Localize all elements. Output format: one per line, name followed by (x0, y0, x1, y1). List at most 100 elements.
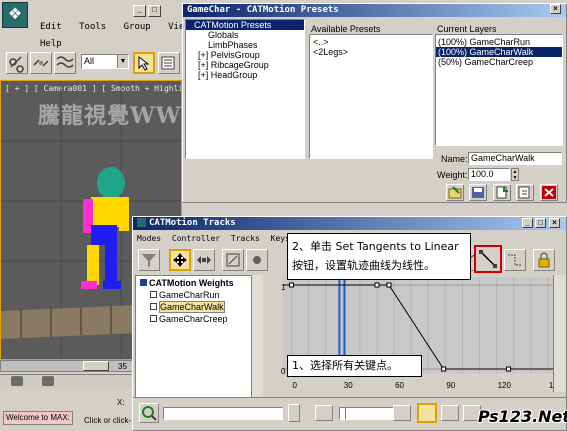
tree-item[interactable]: CATMotion Presets (186, 20, 304, 30)
tree-item[interactable]: [+] RibcageGroup (186, 60, 304, 70)
track-box-icon (150, 315, 157, 322)
current-layers-list[interactable]: (100%) GameCharRun (100%) GameCharWalk (… (435, 34, 563, 146)
layer-item[interactable]: (100%) GameCharRun (436, 37, 562, 47)
lock-selection-icon[interactable] (533, 249, 555, 271)
tracks-tree[interactable]: CATMotion Weights GameCharRun GameCharWa… (135, 275, 263, 407)
menu-tools[interactable]: Tools (79, 22, 106, 32)
callout-step2-line2: 按钮，设置轨迹曲线为线性。 (292, 259, 435, 272)
zoom-horizontal-icon[interactable] (417, 403, 437, 423)
callout-step2-line1: 2、单击 Set Tangents to Linear (292, 240, 459, 253)
name-label: Name: (441, 154, 468, 164)
load-preset-button[interactable] (446, 184, 464, 201)
time-slider-thumb[interactable] (83, 361, 109, 371)
presets-titlebar[interactable]: GameChar - CATMotion Presets (183, 4, 566, 17)
track-item-label: GameCharRun (159, 290, 220, 300)
presets-title: GameChar - CATMotion Presets (187, 5, 339, 15)
tree-item[interactable]: [+] PelvisGroup (186, 50, 304, 60)
menu-modes[interactable]: Modes (137, 234, 161, 243)
tree-root-label: CATMotion Weights (149, 278, 234, 288)
x-tick-label: 90 (446, 381, 455, 390)
add-keys-icon[interactable] (246, 249, 268, 271)
tracks-window-icon (137, 218, 146, 227)
zoom-region-icon[interactable] (441, 405, 459, 421)
pan-icon[interactable] (315, 405, 333, 421)
x-tick-label: 30 (344, 381, 353, 390)
curve-key (289, 282, 295, 288)
curve-key (374, 282, 380, 288)
tree-root[interactable]: CATMotion Weights (136, 278, 262, 288)
save-preset-button[interactable] (469, 184, 487, 201)
track-item[interactable]: GameCharCreep (136, 314, 262, 324)
zoom-selected-icon[interactable] (139, 403, 159, 423)
max-logo-icon[interactable]: ❖ (2, 2, 28, 28)
layer-item[interactable]: (50%) GameCharCreep (436, 57, 562, 67)
menu-tracks[interactable]: Tracks (231, 234, 260, 243)
prompt-text: Click or click- (84, 416, 132, 425)
list-item[interactable]: <..> (310, 37, 432, 47)
tangent-step-icon[interactable] (504, 249, 526, 271)
weight-field[interactable]: 100.0 (468, 168, 510, 181)
selection-lock-icon[interactable] (42, 376, 54, 386)
current-layers-title: Current Layers (437, 24, 497, 34)
link-icon[interactable] (6, 52, 28, 74)
graph-scrollbar[interactable] (553, 275, 566, 392)
weight-label: Weight: (437, 170, 468, 180)
track-box-icon (150, 303, 157, 310)
menu-edit[interactable]: Edit (40, 22, 62, 32)
status-welcome-field[interactable]: Welcome to MAX: (3, 411, 73, 425)
zoom-extents-icon[interactable] (393, 405, 411, 421)
presets-window: GameChar - CATMotion Presets CATMotion P… (182, 3, 567, 203)
timeline-number: 35 (118, 362, 127, 371)
delete-layer-button[interactable] (540, 184, 558, 201)
tracks-close-button[interactable]: × (549, 218, 560, 228)
presets-close-button[interactable]: × (550, 4, 561, 14)
tracks-max-button[interactable]: □ (535, 218, 546, 228)
tracks-titlebar[interactable]: CATMotion Tracks (133, 217, 566, 230)
coord-label: X: (117, 398, 125, 407)
scale-keys-icon[interactable] (222, 249, 244, 271)
menu-group[interactable]: Group (124, 22, 151, 32)
bind-space-warp-icon[interactable] (54, 52, 76, 74)
key-mode-icon[interactable] (288, 404, 300, 422)
max-win-max[interactable]: □ (148, 5, 161, 17)
track-item-label: GameCharCreep (159, 314, 228, 324)
weight-spinner-icon[interactable]: ▲ ▼ (511, 168, 519, 181)
key-time-field[interactable] (345, 407, 395, 420)
track-item[interactable]: GameCharWalk (136, 301, 262, 313)
tree-item[interactable]: Globals (186, 30, 304, 40)
track-name-field[interactable] (163, 407, 283, 420)
curve-key (441, 366, 447, 372)
available-presets-list[interactable]: <..> <2Legs> (309, 34, 433, 159)
x-tick-label: 120 (498, 381, 512, 390)
add-layer-button[interactable] (493, 184, 511, 201)
copy-layer-button[interactable] (516, 184, 534, 201)
name-field[interactable]: GameCharWalk (468, 152, 562, 165)
selection-filter-value: All (84, 56, 95, 66)
unlink-icon[interactable] (30, 52, 52, 74)
filters-icon[interactable] (138, 249, 160, 271)
layer-item[interactable]: (100%) GameCharWalk (436, 47, 562, 57)
selection-filter-dropdown[interactable]: All ▼ (81, 54, 129, 69)
max-win-min[interactable]: _ (133, 5, 146, 17)
tree-item[interactable]: [+] HeadGroup (186, 70, 304, 80)
list-item[interactable]: <2Legs> (310, 47, 432, 57)
track-item[interactable]: GameCharRun (136, 290, 262, 300)
x-tick-label: 60 (395, 381, 404, 390)
tracks-title: CATMotion Tracks (149, 218, 236, 228)
select-by-name-icon[interactable] (158, 52, 180, 74)
available-presets-title: Available Presets (311, 24, 381, 34)
graph-y-bottom: 0 (281, 367, 286, 376)
track-item-label: GameCharWalk (159, 301, 225, 313)
tree-item[interactable]: LimbPhases (186, 40, 304, 50)
menu-help[interactable]: Help (40, 39, 62, 49)
lock-icon[interactable] (11, 376, 23, 386)
presets-tree[interactable]: CATMotion Presets Globals LimbPhases [+]… (185, 19, 305, 159)
character-model[interactable] (61, 161, 141, 306)
tracks-min-button[interactable]: _ (522, 218, 533, 228)
move-keys-icon[interactable] (169, 249, 191, 271)
slide-keys-icon[interactable] (193, 249, 215, 271)
tree-scrollbar[interactable] (251, 275, 263, 407)
menu-controller[interactable]: Controller (172, 234, 220, 243)
set-tangents-linear-icon[interactable] (474, 245, 502, 273)
select-object-icon[interactable] (133, 52, 155, 74)
